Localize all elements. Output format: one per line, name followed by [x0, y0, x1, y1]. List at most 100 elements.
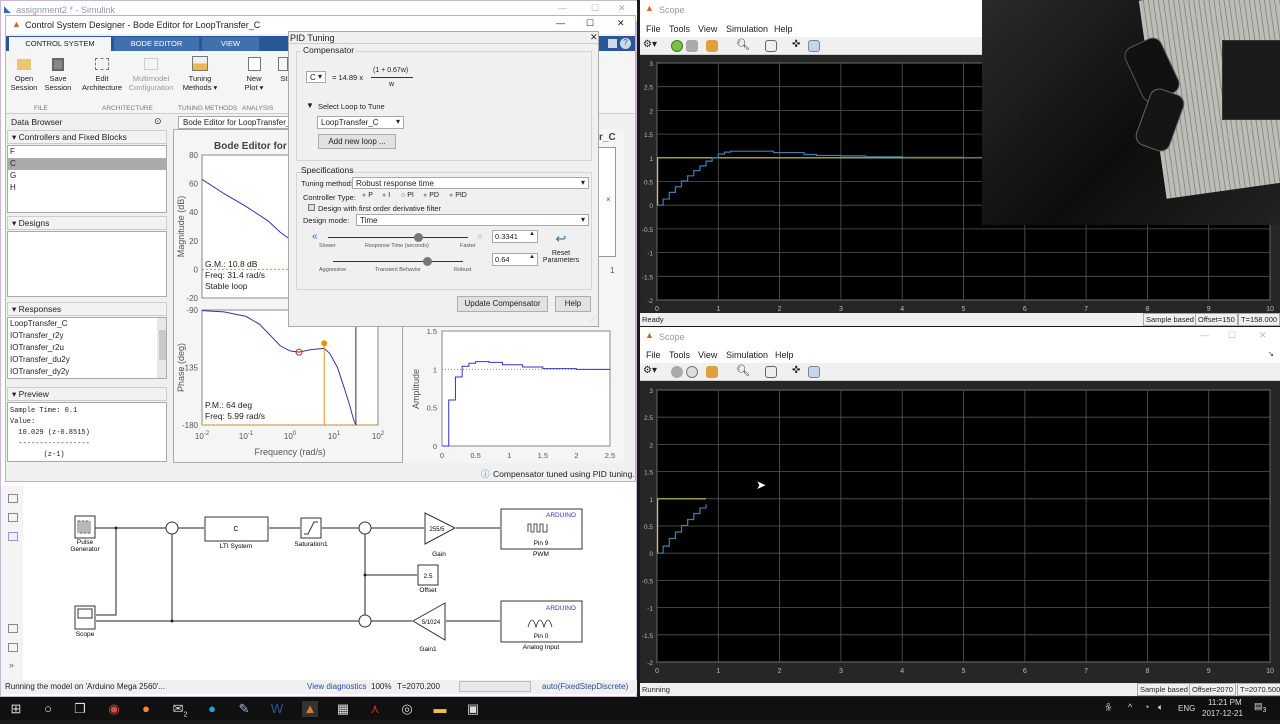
- list-item[interactable]: IOTransfer_du2y: [8, 354, 166, 366]
- tab-bode-editor[interactable]: BODE EDITOR: [114, 37, 199, 51]
- sum-block[interactable]: [358, 614, 372, 628]
- gain1-block[interactable]: 5/1024 Gain1: [412, 602, 446, 653]
- edit-architecture-button[interactable]: Edit Architecture: [80, 53, 124, 92]
- scale-axes-icon[interactable]: [765, 40, 777, 52]
- highlight-icon[interactable]: [706, 366, 718, 378]
- run-icon[interactable]: [671, 366, 683, 378]
- response-time-slider[interactable]: [328, 233, 468, 242]
- solver-link[interactable]: auto(FixedStepDiscrete): [542, 682, 628, 691]
- menu-tools[interactable]: Tools: [669, 24, 690, 34]
- file-explorer-icon[interactable]: ▬: [432, 701, 448, 717]
- radio-pi[interactable]: ○ PI: [401, 192, 414, 199]
- acrobat-icon[interactable]: ⋏: [367, 701, 383, 717]
- tuning-methods-button[interactable]: Tuning Methods ▾: [178, 53, 222, 92]
- transient-behavior-slider[interactable]: [333, 257, 463, 266]
- settings-icon[interactable]: ⚙▾: [643, 39, 657, 50]
- list-item[interactable]: IOTransfer_r2y: [8, 330, 166, 342]
- stop-icon[interactable]: [686, 366, 698, 378]
- maximize-button[interactable]: ☐: [586, 18, 594, 29]
- response-time-spinner[interactable]: 0.3341 ▲: [492, 230, 538, 243]
- designs-list[interactable]: [7, 231, 167, 297]
- list-item[interactable]: G: [8, 170, 166, 182]
- slider-thumb[interactable]: [413, 233, 423, 242]
- language-indicator[interactable]: ENG: [1178, 704, 1195, 713]
- cortana-icon[interactable]: ○: [40, 701, 56, 717]
- undock-icon[interactable]: ↘: [1268, 350, 1274, 358]
- maximize-button[interactable]: ☐: [1228, 330, 1236, 341]
- tab-view[interactable]: VIEW: [202, 37, 259, 51]
- cursor-icon[interactable]: ✜: [792, 39, 800, 50]
- scope-block[interactable]: Scope: [74, 605, 96, 638]
- mail-icon[interactable]: ✉2: [172, 701, 188, 719]
- task-view-icon[interactable]: ❐: [72, 701, 88, 717]
- update-compensator-button[interactable]: Update Compensator: [457, 296, 548, 312]
- controllers-section-header[interactable]: ▾ Controllers and Fixed Blocks: [7, 130, 167, 144]
- add-new-loop-button[interactable]: Add new loop ...: [318, 134, 396, 149]
- cursor-icon[interactable]: ✜: [792, 365, 800, 376]
- saturation-block[interactable]: Saturation1: [294, 517, 328, 548]
- calculator-icon[interactable]: ▦: [335, 701, 351, 717]
- new-plot-button[interactable]: New Plot ▾: [238, 53, 270, 92]
- help-icon[interactable]: ?: [620, 38, 631, 49]
- zoom-icon[interactable]: 🔍︎: [736, 38, 750, 51]
- open-session-button[interactable]: Open Session: [8, 53, 40, 92]
- menu-help[interactable]: Help: [774, 24, 793, 34]
- scope-plot[interactable]: 0 1 2 3 4 5 6 7 8 9 10 3 2.5 2 1.5 1 0.5 0 -0.5 -1 -1.5 -2: [640, 383, 1280, 683]
- list-item[interactable]: F: [8, 146, 166, 158]
- faster-arrow-icon[interactable]: »: [477, 231, 483, 242]
- derivative-filter-checkbox[interactable]: [308, 204, 315, 211]
- radio-pd[interactable]: ● PD: [423, 192, 439, 199]
- people-icon[interactable]: ꆜ: [1105, 702, 1112, 714]
- menu-tools[interactable]: Tools: [669, 350, 690, 360]
- menu-file[interactable]: File: [646, 24, 661, 34]
- preview-section-header[interactable]: ▾ Preview: [7, 387, 167, 401]
- help-button[interactable]: Help: [555, 296, 591, 312]
- responses-list[interactable]: LoopTransfer_C IOTransfer_r2y IOTransfer…: [7, 317, 167, 379]
- slower-arrow-icon[interactable]: «: [312, 231, 318, 242]
- step-response-plot[interactable]: 0 0.5 1 1.5 2 2.5 0 0.5 1 1.5 Amplitude: [403, 325, 615, 462]
- chrome-icon[interactable]: ◉: [106, 701, 122, 717]
- menu-help[interactable]: Help: [775, 350, 794, 360]
- video-editor-icon[interactable]: ▣: [465, 701, 481, 717]
- wifi-icon[interactable]: ◔: [1144, 702, 1149, 712]
- list-item[interactable]: C: [8, 158, 166, 170]
- slider-thumb[interactable]: [422, 257, 432, 266]
- skype-icon[interactable]: ●: [204, 701, 220, 717]
- obs-icon[interactable]: ◎: [399, 701, 415, 717]
- menu-simulation[interactable]: Simulation: [726, 350, 768, 360]
- controllers-list[interactable]: F C G H: [7, 145, 167, 213]
- scale-axes-icon[interactable]: [765, 366, 777, 378]
- resize-grip[interactable]: ⋰: [590, 316, 596, 323]
- menu-view[interactable]: View: [698, 350, 717, 360]
- highlight-icon[interactable]: [706, 40, 718, 52]
- reset-parameters-button[interactable]: ↩ Reset Parameters: [539, 232, 583, 265]
- volume-icon[interactable]: 🔈︎: [1158, 702, 1163, 713]
- clock-date[interactable]: 2017-12-21: [1202, 709, 1243, 718]
- list-item[interactable]: LoopTransfer_C: [8, 318, 166, 330]
- notifications-icon[interactable]: ▤3: [1254, 701, 1266, 714]
- menu-simulation[interactable]: Simulation: [726, 24, 768, 34]
- menu-file[interactable]: File: [646, 350, 661, 360]
- close-button[interactable]: ✕: [617, 18, 625, 29]
- minimize-button[interactable]: —: [1200, 330, 1209, 340]
- minimize-button[interactable]: —: [556, 18, 565, 28]
- arduino-pwm-block[interactable]: ARDUINO Pin 9 PWM: [500, 508, 583, 558]
- collapse-triangle-icon[interactable]: ▼: [306, 101, 314, 110]
- pulse-generator-block[interactable]: Pulse Generator: [70, 515, 100, 553]
- sum-block[interactable]: [165, 521, 179, 535]
- clock-time[interactable]: 11:21 PM: [1208, 698, 1242, 707]
- arduino-analog-input-block[interactable]: ARDUINO Pin 0 Analog Input: [500, 600, 583, 651]
- word-icon[interactable]: W: [269, 701, 285, 717]
- transient-behavior-spinner[interactable]: 0.64 ▲: [492, 253, 538, 266]
- designs-section-header[interactable]: ▾ Designs: [7, 216, 167, 230]
- view-diagnostics-link[interactable]: View diagnostics: [307, 682, 366, 691]
- settings-icon[interactable]: ⚙▾: [643, 365, 657, 376]
- tuning-method-select[interactable]: Robust response time: [352, 177, 589, 189]
- scrollbar[interactable]: [157, 318, 166, 378]
- browser-menu-icon[interactable]: ⊙: [154, 116, 162, 127]
- paint-icon[interactable]: ✎: [236, 701, 252, 717]
- stop-icon[interactable]: [686, 40, 698, 52]
- firefox-icon[interactable]: ●: [138, 701, 154, 717]
- matlab-icon[interactable]: ▲: [302, 701, 318, 717]
- save-session-button[interactable]: Save Session: [42, 53, 74, 92]
